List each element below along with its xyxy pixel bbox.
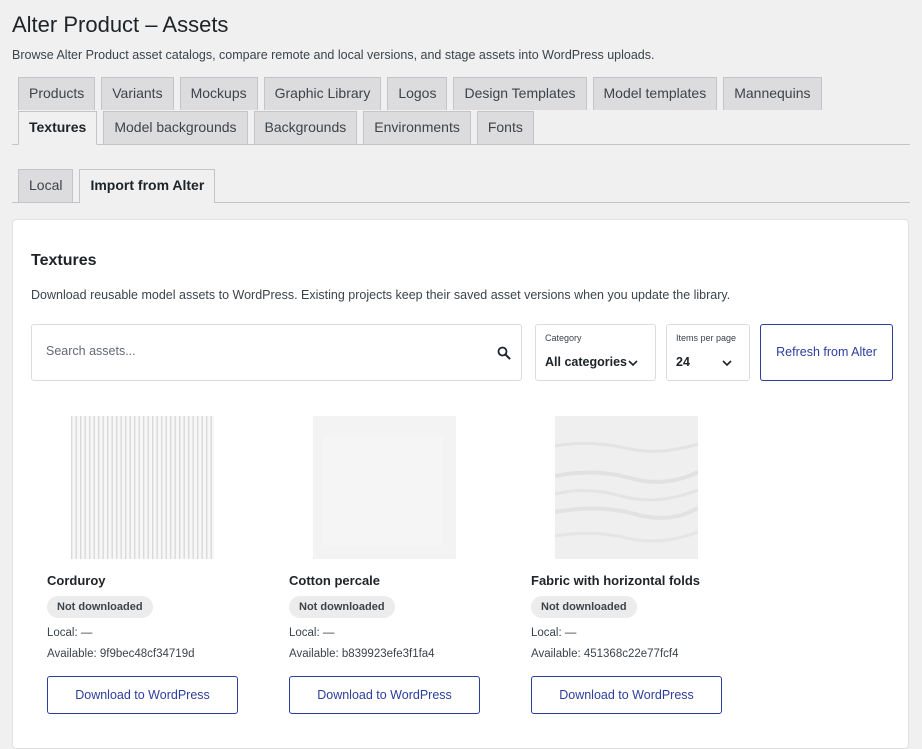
tab-row-1: Products Variants Mockups Graphic Librar…: [18, 77, 822, 111]
category-value: All categories: [545, 355, 627, 369]
search-input[interactable]: [44, 343, 468, 359]
download-to-wordpress-button[interactable]: Download to WordPress: [289, 676, 480, 714]
tab-products[interactable]: Products: [18, 77, 96, 110]
items-per-page-value: 24: [676, 355, 690, 369]
page-title: Alter Product – Assets: [12, 12, 229, 37]
sub-tab-import-from-alter[interactable]: Import from Alter: [79, 169, 216, 203]
asset-name: Cotton percale: [289, 573, 381, 588]
items-per-page-select[interactable]: Items per page 24: [666, 324, 750, 381]
status-badge: Not downloaded: [289, 596, 395, 618]
category-select[interactable]: Category All categories: [535, 324, 656, 381]
asset-name: Corduroy: [47, 573, 106, 588]
textures-card: Textures Download reusable model assets …: [12, 219, 909, 749]
tab-fonts[interactable]: Fonts: [476, 111, 534, 144]
status-badge: Not downloaded: [531, 596, 637, 618]
asset-available-version: Available: 451368c22e77fcf4: [531, 648, 679, 660]
section-description: Download reusable model assets to WordPr…: [31, 288, 731, 302]
asset-thumbnail[interactable]: [71, 416, 214, 559]
download-to-wordpress-button[interactable]: Download to WordPress: [47, 676, 238, 714]
tab-backgrounds[interactable]: Backgrounds: [253, 111, 358, 144]
asset-available-version: Available: 9f9bec48cf34719d: [47, 648, 195, 660]
tab-logos[interactable]: Logos: [387, 77, 448, 110]
search-box: [31, 324, 522, 381]
tab-model-backgrounds[interactable]: Model backgrounds: [103, 111, 248, 144]
asset-thumbnail[interactable]: [313, 416, 456, 559]
section-title: Textures: [31, 252, 97, 269]
category-label: Category: [545, 333, 582, 343]
chevron-down-icon: [722, 360, 732, 366]
asset-local-version: Local: —: [289, 627, 335, 639]
page-description: Browse Alter Product asset catalogs, com…: [12, 48, 655, 62]
asset-local-version: Local: —: [47, 627, 93, 639]
tab-textures[interactable]: Textures: [18, 111, 98, 145]
tab-graphic-library[interactable]: Graphic Library: [263, 77, 382, 110]
sub-tab-local[interactable]: Local: [18, 169, 74, 202]
tab-variants[interactable]: Variants: [101, 77, 174, 110]
tab-model-templates[interactable]: Model templates: [592, 77, 718, 110]
asset-local-version: Local: —: [531, 627, 577, 639]
tab-mockups[interactable]: Mockups: [179, 77, 258, 110]
items-per-page-label: Items per page: [676, 333, 737, 343]
tab-environments[interactable]: Environments: [363, 111, 471, 144]
chevron-down-icon: [628, 360, 638, 366]
search-icon[interactable]: [497, 346, 511, 360]
asset-available-version: Available: b839923efe3f1fa4: [289, 648, 435, 660]
tab-design-templates[interactable]: Design Templates: [453, 77, 587, 110]
tab-mannequins[interactable]: Mannequins: [723, 77, 822, 110]
download-to-wordpress-button[interactable]: Download to WordPress: [531, 676, 722, 714]
refresh-from-alter-button[interactable]: Refresh from Alter: [760, 324, 893, 381]
asset-thumbnail[interactable]: [555, 416, 698, 559]
sub-tabs: Local Import from Alter: [18, 169, 216, 203]
status-badge: Not downloaded: [47, 596, 153, 618]
tab-row-2: Textures Model backgrounds Backgrounds E…: [18, 111, 534, 145]
asset-name: Fabric with horizontal folds: [531, 573, 700, 588]
